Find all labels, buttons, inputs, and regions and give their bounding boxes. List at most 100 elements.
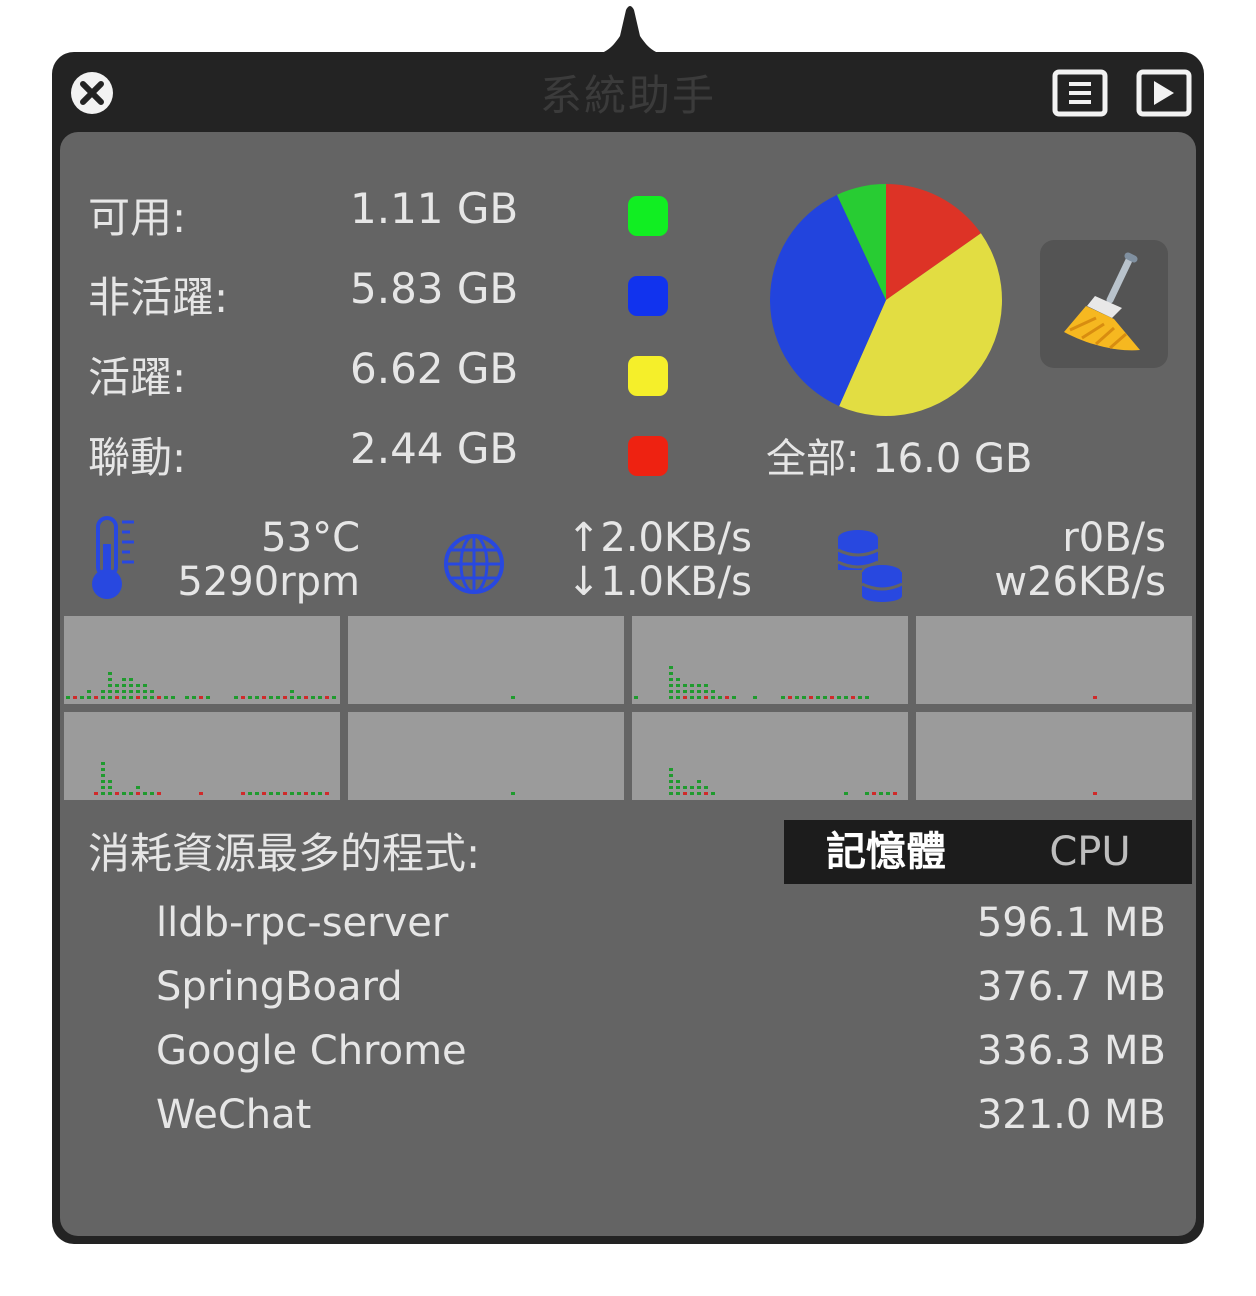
disk-icon — [837, 530, 903, 602]
cpu-bar-segment — [157, 696, 161, 699]
temperature-fan: 53°C 5290rpm — [160, 516, 360, 604]
total-memory: 全部: 16.0 GB — [766, 426, 1032, 484]
cpu-bar-segment — [704, 792, 708, 795]
cpu-bar-segment — [886, 792, 890, 795]
cpu-bar-segment — [87, 690, 91, 693]
cpu-bar-segment — [879, 792, 883, 795]
disk-write-speed: w26KB/s — [994, 559, 1166, 605]
cpu-bar-segment — [234, 696, 238, 699]
system-assistant-window: 系統助手 可用: 1.11 GB 非活躍: 5.83 GB 活躍: 6.62 GB 聯動: 2… — [52, 52, 1204, 1244]
cpu-bar-segment — [704, 696, 708, 699]
window-title: 系統助手 — [539, 71, 716, 120]
disk-read-speed: r0B/s — [1062, 515, 1166, 561]
memory-label: 可用: — [88, 193, 187, 242]
cpu-bar-segment — [276, 696, 280, 699]
cpu-bar-segment — [511, 696, 515, 699]
cpu-bar-segment — [108, 696, 112, 699]
cpu-bar-segment — [248, 696, 252, 699]
cpu-bar-segment — [676, 690, 680, 693]
memory-value: 1.11 GB — [350, 184, 519, 233]
cpu-bar-segment — [269, 696, 273, 699]
cpu-bar-segment — [101, 690, 105, 693]
cpu-bar-segment — [129, 792, 133, 795]
cpu-bar-segment — [669, 696, 673, 699]
cpu-bar-segment — [171, 696, 175, 699]
cpu-bar-segment — [136, 792, 140, 795]
process-row[interactable]: lldb-rpc-server 596.1 MB — [156, 900, 1166, 960]
cpu-bar-segment — [781, 696, 785, 699]
tab-memory[interactable]: 記憶體 — [784, 820, 988, 884]
cpu-bar-segment — [122, 690, 126, 693]
cpu-bar-segment — [129, 678, 133, 681]
cpu-bar-segment — [283, 696, 287, 699]
cpu-bar-segment — [865, 696, 869, 699]
cpu-bar-segment — [711, 792, 715, 795]
cpu-bar-segment — [704, 690, 708, 693]
tab-cpu[interactable]: CPU — [988, 820, 1192, 884]
cpu-bar-segment — [101, 774, 105, 777]
cpu-bar-segment — [115, 792, 119, 795]
cpu-bar-segment — [704, 786, 708, 789]
cpu-bar-segment — [290, 696, 294, 699]
cpu-bar-segment — [725, 696, 729, 699]
cpu-core-graph — [348, 712, 624, 800]
cpu-bar-segment — [122, 678, 126, 681]
cpu-bar-segment — [115, 684, 119, 687]
cpu-bar-segment — [297, 792, 301, 795]
cpu-bar-segment — [276, 792, 280, 795]
cpu-bar-segment — [122, 684, 126, 687]
cpu-bar-segment — [676, 780, 680, 783]
cpu-bar-segment — [332, 696, 336, 699]
cpu-bar-segment — [80, 696, 84, 699]
cpu-bar-segment — [164, 696, 168, 699]
cpu-bar-segment — [669, 672, 673, 675]
cpu-bar-segment — [297, 696, 301, 699]
cpu-bar-segment — [108, 672, 112, 675]
memory-pie-chart — [770, 184, 1002, 416]
cpu-bar-segment — [115, 696, 119, 699]
cpu-bar-segment — [311, 792, 315, 795]
process-memory: 596.1 MB — [976, 900, 1166, 946]
list-icon — [1052, 69, 1108, 117]
process-row[interactable]: SpringBoard 376.7 MB — [156, 964, 1166, 1024]
cpu-bar-segment — [802, 696, 806, 699]
popover-arrow — [584, 6, 676, 56]
cpu-bar-segment — [101, 696, 105, 699]
cpu-bar-segment — [94, 696, 98, 699]
cpu-bar-segment — [676, 696, 680, 699]
temperature-value: 53°C — [261, 515, 360, 561]
thermometer-icon — [92, 516, 134, 599]
memory-color-swatch — [628, 436, 668, 476]
process-name: Google Chrome — [156, 1028, 467, 1074]
process-memory: 376.7 MB — [976, 964, 1166, 1010]
play-button[interactable] — [1136, 69, 1192, 117]
total-label: 全部: — [766, 436, 860, 482]
cpu-bar-segment — [697, 786, 701, 789]
cpu-bar-segment — [129, 684, 133, 687]
cpu-bar-segment — [669, 786, 673, 789]
cpu-bar-segment — [809, 696, 813, 699]
cpu-bar-segment — [108, 786, 112, 789]
download-speed: ↓1.0KB/s — [566, 559, 752, 605]
process-row[interactable]: Google Chrome 336.3 MB — [156, 1028, 1166, 1088]
memory-label: 聯動: — [88, 433, 187, 482]
total-value: 16.0 GB — [872, 436, 1033, 482]
play-icon — [1136, 69, 1192, 117]
globe-icon — [444, 534, 504, 594]
cpu-bar-segment — [690, 684, 694, 687]
cpu-bar-segment — [108, 792, 112, 795]
cpu-bar-segment — [136, 696, 140, 699]
cpu-core-graph — [916, 712, 1192, 800]
cpu-bar-segment — [157, 792, 161, 795]
clean-memory-button[interactable] — [1040, 240, 1168, 368]
cpu-bar-segment — [711, 690, 715, 693]
process-row[interactable]: WeChat 321.0 MB — [156, 1092, 1166, 1152]
cpu-bar-segment — [858, 696, 862, 699]
cpu-bar-segment — [129, 696, 133, 699]
cpu-bar-segment — [136, 786, 140, 789]
cpu-bar-segment — [788, 696, 792, 699]
cpu-bar-segment — [697, 792, 701, 795]
title-bar: 系統助手 — [52, 52, 1204, 132]
cpu-bar-segment — [66, 696, 70, 699]
list-button[interactable] — [1052, 69, 1108, 117]
